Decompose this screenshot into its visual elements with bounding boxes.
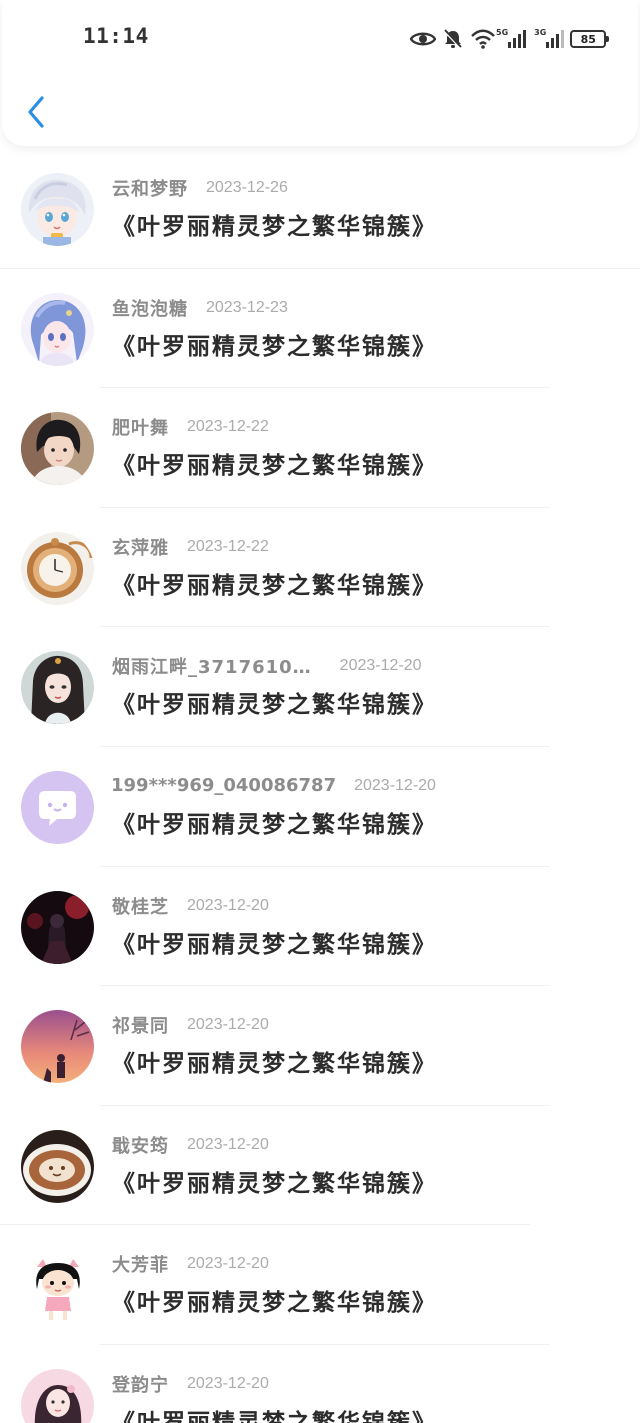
signal-5g-icon	[508, 29, 527, 49]
item-meta: 烟雨江畔_3717610… 2023-12-20	[112, 653, 422, 679]
list-item[interactable]: 云和梦野 2023-12-26 《叶罗丽精灵梦之繁华锦簇》	[0, 149, 640, 269]
item-meta: 肥叶舞 2023-12-22	[112, 414, 269, 440]
user-name[interactable]: 敬桂芝	[112, 893, 169, 919]
pink-dress-avatar[interactable]	[21, 1368, 94, 1423]
list-item[interactable]: 烟雨江畔_3717610… 2023-12-20 《叶罗丽精灵梦之繁华锦簇》	[0, 627, 640, 747]
post-date: 2023-12-22	[187, 537, 269, 555]
battery-level: 85	[580, 32, 596, 46]
book-title[interactable]: 《叶罗丽精灵梦之繁华锦簇》	[112, 327, 437, 361]
chevron-left-icon	[28, 96, 44, 128]
anime-boy-avatar[interactable]	[21, 173, 94, 246]
item-meta: 大芳菲 2023-12-20	[112, 1251, 269, 1277]
list-item[interactable]: 大芳菲 2023-12-20 《叶罗丽精灵梦之繁华锦簇》	[0, 1225, 640, 1345]
user-name[interactable]: 烟雨江畔_3717610…	[112, 653, 312, 679]
eye-icon	[410, 30, 436, 48]
battery-icon: 85	[570, 30, 610, 48]
latte-art-avatar[interactable]	[21, 1129, 94, 1203]
list-item[interactable]: 祁景同 2023-12-20 《叶罗丽精灵梦之繁华锦簇》	[0, 986, 640, 1106]
post-date: 2023-12-22	[187, 418, 269, 436]
pocket-watch-avatar[interactable]	[21, 531, 94, 605]
item-meta: 鱼泡泡糖 2023-12-23	[112, 295, 288, 321]
book-title[interactable]: 《叶罗丽精灵梦之繁华锦簇》	[112, 446, 437, 480]
book-title[interactable]: 《叶罗丽精灵梦之繁华锦簇》	[112, 566, 437, 600]
status-bar: 11:14 5G 3G 85	[2, 0, 638, 76]
book-title[interactable]: 《叶罗丽精灵梦之繁华锦簇》	[112, 1403, 437, 1423]
screen: 11:14 5G 3G 85 云和梦野 2023-12-26 《叶罗丽精灵梦之繁…	[0, 0, 640, 1423]
list-item[interactable]: 玄萍雅 2023-12-22 《叶罗丽精灵梦之繁华锦簇》	[0, 508, 640, 628]
book-title[interactable]: 《叶罗丽精灵梦之繁华锦簇》	[112, 925, 437, 959]
post-date: 2023-12-20	[187, 896, 269, 914]
post-date: 2023-12-23	[206, 298, 288, 316]
item-meta: 登韵宁 2023-12-20	[112, 1371, 269, 1397]
user-name[interactable]: 199***969_040086787	[111, 775, 336, 796]
item-meta: 云和梦野 2023-12-26	[112, 175, 288, 201]
post-date: 2023-12-26	[206, 179, 288, 196]
user-name[interactable]: 祁景同	[112, 1012, 169, 1038]
list-item[interactable]: 鱼泡泡糖 2023-12-23 《叶罗丽精灵梦之繁华锦簇》	[0, 269, 640, 389]
sunset-figure-avatar[interactable]	[21, 1010, 94, 1084]
list-item[interactable]: 199***969_040086787 2023-12-20 《叶罗丽精灵梦之繁…	[0, 747, 640, 867]
user-name[interactable]: 肥叶舞	[112, 414, 169, 440]
list-item[interactable]: 登韵宁 2023-12-20 《叶罗丽精灵梦之繁华锦簇》	[0, 1345, 640, 1423]
item-meta: 祁景同 2023-12-20	[112, 1012, 269, 1038]
child-photo-avatar[interactable]	[21, 412, 94, 486]
status-icons: 5G 3G 85	[410, 25, 610, 53]
cartoon-girl-avatar[interactable]	[21, 1249, 94, 1323]
list-item[interactable]: 敬桂芝 2023-12-20 《叶罗丽精灵梦之繁华锦簇》	[0, 867, 640, 987]
user-name[interactable]: 鱼泡泡糖	[112, 295, 188, 321]
book-title[interactable]: 《叶罗丽精灵梦之繁华锦簇》	[112, 1283, 437, 1317]
post-date: 2023-12-20	[187, 1255, 269, 1273]
wifi-icon	[470, 29, 496, 49]
network-3g-label: 3G	[534, 27, 547, 37]
network-5g-label: 5G	[496, 27, 509, 37]
post-date: 2023-12-20	[187, 1016, 269, 1034]
signal-3g-icon	[546, 29, 565, 49]
item-meta: 玄萍雅 2023-12-22	[112, 534, 269, 560]
item-meta: 199***969_040086787 2023-12-20	[111, 775, 436, 797]
list-item[interactable]: 戢安筠 2023-12-20 《叶罗丽精灵梦之繁华锦簇》	[0, 1106, 640, 1226]
dark-figure-avatar[interactable]	[21, 890, 94, 964]
post-date: 2023-12-20	[187, 1374, 269, 1392]
item-meta: 敬桂芝 2023-12-20	[112, 893, 269, 919]
book-title[interactable]: 《叶罗丽精灵梦之繁华锦簇》	[112, 1164, 437, 1198]
book-title[interactable]: 《叶罗丽精灵梦之繁华锦簇》	[112, 207, 437, 241]
back-button[interactable]	[24, 94, 50, 130]
user-name[interactable]: 戢安筠	[112, 1132, 169, 1158]
header: 11:14 5G 3G 85	[2, 0, 638, 146]
user-name[interactable]: 玄萍雅	[112, 534, 169, 560]
comment-list: 云和梦野 2023-12-26 《叶罗丽精灵梦之繁华锦簇》 鱼泡泡糖 2023-…	[0, 149, 640, 1423]
book-title[interactable]: 《叶罗丽精灵梦之繁华锦簇》	[112, 805, 437, 839]
status-time: 11:14	[83, 24, 149, 48]
post-date: 2023-12-20	[187, 1135, 269, 1153]
anime-girl-blue-avatar[interactable]	[21, 292, 94, 366]
post-date: 2023-12-20	[354, 776, 436, 794]
list-item[interactable]: 肥叶舞 2023-12-22 《叶罗丽精灵梦之繁华锦簇》	[0, 388, 640, 508]
user-name[interactable]: 登韵宁	[112, 1371, 169, 1397]
book-title[interactable]: 《叶罗丽精灵梦之繁华锦簇》	[112, 685, 437, 719]
post-date: 2023-12-20	[339, 657, 422, 675]
bell-muted-icon	[442, 28, 464, 50]
chat-bubble-avatar[interactable]	[21, 770, 94, 844]
ancient-beauty-avatar[interactable]	[21, 651, 94, 725]
book-title[interactable]: 《叶罗丽精灵梦之繁华锦簇》	[112, 1044, 437, 1078]
user-name[interactable]: 大芳菲	[112, 1251, 169, 1277]
user-name[interactable]: 云和梦野	[112, 175, 188, 201]
item-meta: 戢安筠 2023-12-20	[112, 1132, 269, 1158]
